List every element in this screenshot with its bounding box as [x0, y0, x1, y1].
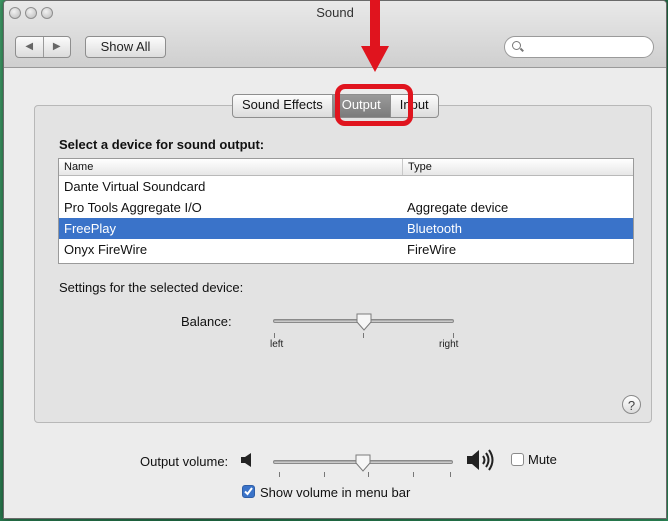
column-header-type[interactable]: Type [402, 159, 633, 175]
device-name: Onyx FireWire [64, 242, 148, 257]
forward-button[interactable]: ▶ [42, 37, 71, 57]
annotation-arrow-head [361, 46, 389, 72]
mute-label: Mute [528, 452, 557, 467]
balance-slider-thumb[interactable] [356, 313, 372, 331]
volume-tick [450, 472, 451, 477]
balance-tick-left [274, 333, 275, 338]
help-button[interactable]: ? [622, 395, 641, 414]
annotation-arrow-shaft [370, 0, 380, 48]
tab-sound-effects[interactable]: Sound Effects [233, 95, 332, 117]
output-volume-label: Output volume: [140, 454, 229, 469]
search-field[interactable] [504, 36, 654, 58]
annotation-highlight-box [335, 84, 413, 126]
balance-right-label: right [439, 339, 459, 350]
balance-tick-center [363, 333, 364, 338]
speaker-high-icon [466, 447, 496, 476]
device-type: Bluetooth [407, 221, 462, 236]
volume-tick [413, 472, 414, 477]
search-input[interactable] [527, 39, 651, 57]
output-panel [34, 105, 652, 423]
table-row[interactable]: Dante Virtual Soundcard [59, 176, 633, 197]
device-type [402, 176, 633, 197]
back-forward-control: ◀ ▶ [15, 36, 71, 58]
checkmark-icon [244, 487, 253, 496]
column-header-name[interactable]: Name [59, 159, 402, 175]
device-type: Aggregate device [407, 200, 509, 215]
table-header: Name Type [59, 159, 633, 176]
titlebar: Sound ◀ ▶ Show All [4, 1, 666, 68]
show-all-button[interactable]: Show All [85, 36, 166, 58]
device-name: Dante Virtual Soundcard [64, 179, 206, 194]
section-title: Select a device for sound output: [59, 137, 265, 152]
window-title: Sound [316, 5, 354, 20]
balance-left-label: left [270, 339, 284, 350]
show-volume-checkbox[interactable] [242, 485, 255, 498]
mute-checkbox[interactable] [511, 453, 524, 466]
back-button[interactable]: ◀ [16, 37, 43, 57]
volume-tick [279, 472, 280, 477]
device-name: Pro Tools Aggregate I/O [64, 200, 202, 215]
volume-tick [324, 472, 325, 477]
sound-preferences-window: Sound ◀ ▶ Show All Sound Effects Output … [3, 0, 667, 519]
output-volume-slider-thumb[interactable] [355, 454, 371, 472]
volume-tick [368, 472, 369, 477]
table-row[interactable]: Pro Tools Aggregate I/O Aggregate device [59, 197, 633, 218]
device-name: FreePlay [64, 221, 117, 236]
table-row[interactable]: Onyx FireWire FireWire [59, 239, 633, 260]
table-row-selected[interactable]: FreePlay Bluetooth [59, 218, 633, 239]
search-icon [512, 41, 521, 50]
balance-tick-right [453, 333, 454, 338]
show-volume-label: Show volume in menu bar [260, 485, 411, 500]
balance-label: Balance: [181, 314, 232, 329]
device-type: FireWire [407, 242, 457, 257]
speaker-low-icon [240, 452, 254, 471]
output-device-table: Name Type Dante Virtual Soundcard Pro To… [58, 158, 634, 264]
settings-label: Settings for the selected device: [59, 280, 244, 295]
